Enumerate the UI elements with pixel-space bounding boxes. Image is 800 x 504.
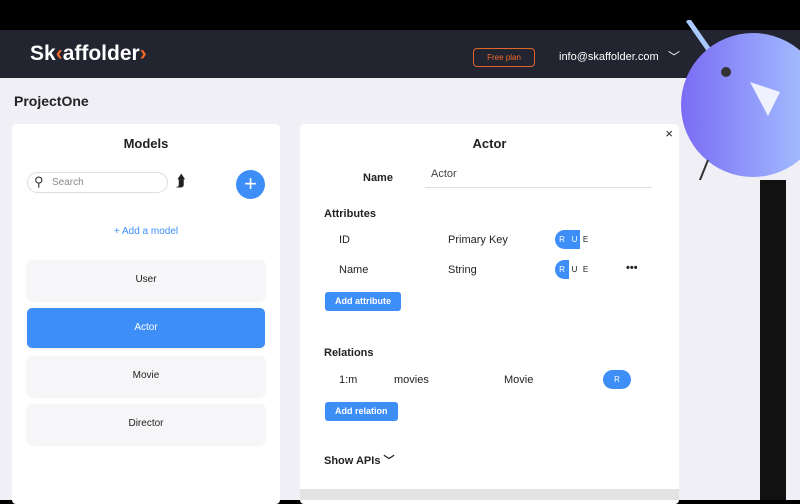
mascot-illustration (681, 20, 800, 180)
add-model-button[interactable]: + (236, 170, 265, 199)
model-item-director[interactable]: Director (27, 404, 265, 444)
account-email[interactable]: info@skaffolder.com (559, 51, 659, 63)
show-apis-toggle[interactable]: Show APIs ﹀ (324, 452, 395, 468)
attributes-label: Attributes (324, 208, 376, 220)
model-detail-panel: × Actor Name Actor Attributes ID Primary… (300, 124, 679, 504)
model-item-movie[interactable]: Movie (27, 356, 265, 396)
detail-title: Actor (472, 136, 507, 151)
relation-model: Movie (504, 374, 534, 386)
model-item-actor[interactable]: Actor (27, 308, 265, 348)
bottom-bar (300, 489, 679, 500)
flag-u[interactable]: U (569, 260, 580, 279)
flag-r[interactable]: R (555, 230, 569, 249)
relation-flag-r[interactable]: R (603, 370, 631, 389)
search-placeholder: Search (52, 177, 84, 188)
project-title: ProjectOne (14, 93, 89, 109)
add-attribute-button[interactable]: Add attribute (325, 292, 401, 311)
attribute-name: ID (339, 234, 350, 246)
more-options-icon[interactable]: ••• (626, 262, 638, 274)
flag-u[interactable]: U (569, 230, 580, 249)
attribute-name: Name (339, 264, 369, 276)
attribute-flags[interactable]: RUE (555, 260, 591, 279)
free-plan-button[interactable]: Free plan (473, 48, 535, 67)
model-item-user[interactable]: User (27, 260, 265, 300)
attribute-flags[interactable]: RUE (555, 230, 591, 249)
relation-cardinality: 1:m (339, 374, 358, 386)
search-icon: ⚲ (34, 174, 44, 189)
background-strip (760, 180, 786, 500)
logo[interactable]: Sk‹affolder› (30, 42, 147, 66)
relations-label: Relations (324, 347, 374, 359)
models-title: Models (123, 136, 169, 151)
add-relation-button[interactable]: Add relation (325, 402, 398, 421)
name-field[interactable]: Actor (425, 168, 652, 188)
search-input[interactable]: ⚲ Search (27, 172, 168, 193)
models-panel: Models ⚲ Search ⮭ + + Add a model User Ac… (12, 124, 280, 504)
import-icon[interactable]: ⮭ (176, 173, 185, 191)
show-apis-label: Show APIs (324, 455, 381, 467)
name-label: Name (363, 172, 393, 184)
chevron-down-icon: ﹀ (383, 455, 395, 467)
flag-e[interactable]: E (580, 260, 591, 279)
attribute-type: Primary Key (448, 234, 508, 246)
relation-name: movies (394, 374, 429, 386)
add-model-link[interactable]: + Add a model (12, 226, 280, 237)
flag-e[interactable]: E (580, 230, 591, 249)
attribute-type: String (448, 264, 477, 276)
flag-r[interactable]: R (555, 260, 569, 279)
